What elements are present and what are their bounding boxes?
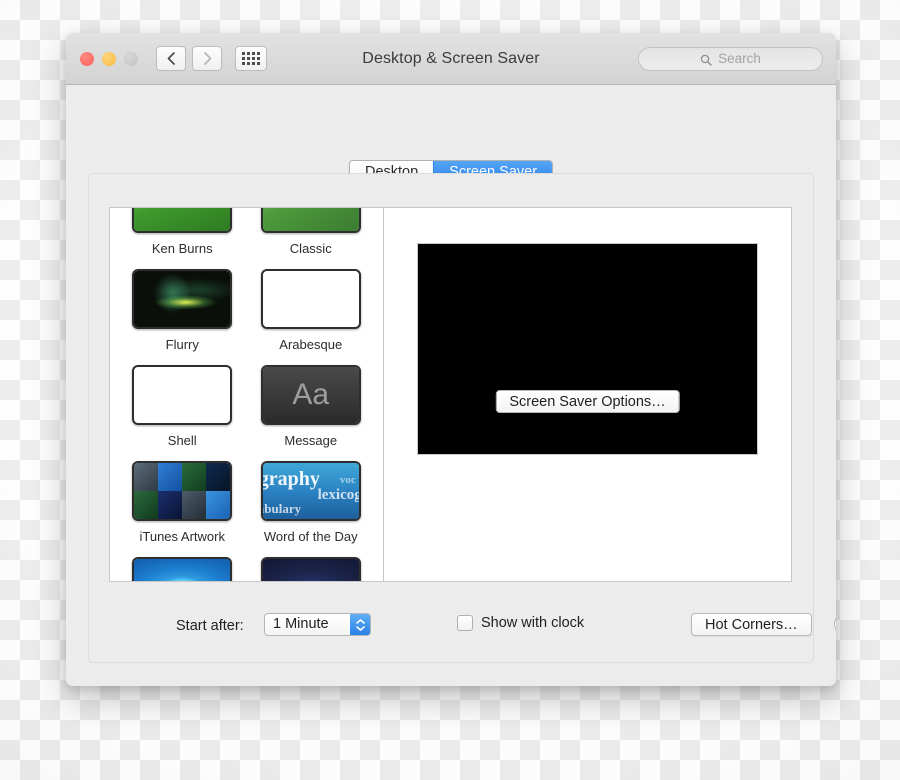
screensaver-label: Flurry — [157, 335, 208, 354]
start-after-value: 1 Minute — [265, 614, 350, 635]
list-item[interactable]: iTunes Artwork — [118, 454, 247, 550]
window-body: Desktop Screen Saver Ken Burns — [66, 85, 836, 686]
minimize-button[interactable] — [102, 52, 116, 66]
list-item[interactable]: Transparent — [118, 550, 247, 581]
word-term: lexicog — [318, 487, 359, 504]
start-after-label: Start after: — [176, 618, 244, 634]
screensaver-thumbnail-arabesque[interactable] — [261, 269, 361, 329]
word-term: abulary — [263, 501, 301, 517]
list-item[interactable]: graphy voc lexicog abulary Word of the D… — [247, 454, 376, 550]
screensaver-thumbnail-random[interactable] — [261, 557, 361, 581]
screensaver-thumbnail-itunes-artwork[interactable] — [132, 461, 232, 521]
preference-pane: Ken Burns Classic — [88, 173, 814, 663]
hot-corners-button[interactable]: Hot Corners… — [691, 613, 812, 636]
list-item[interactable]: Random — [247, 550, 376, 581]
show-all-grid-icon — [242, 52, 260, 65]
screensaver-thumbnail-message[interactable]: Aa — [261, 365, 361, 425]
screensaver-thumbnail-ken-burns[interactable] — [132, 208, 232, 233]
screensaver-preview — [417, 243, 758, 455]
screensaver-thumbnail-word-of-the-day[interactable]: graphy voc lexicog abulary — [261, 461, 361, 521]
show-with-clock-row[interactable]: Show with clock — [457, 615, 584, 631]
chevron-down-icon — [356, 626, 365, 631]
chevron-up-icon — [356, 619, 365, 624]
search-placeholder: Search — [718, 51, 761, 66]
window-traffic-lights — [80, 52, 138, 66]
list-item[interactable]: Arabesque — [247, 262, 376, 358]
forward-button[interactable] — [192, 46, 222, 71]
screensaver-label: Word of the Day — [255, 527, 367, 546]
word-term: graphy — [263, 468, 320, 491]
list-item[interactable]: Classic — [247, 208, 376, 262]
screensaver-label: Message — [275, 431, 346, 450]
list-item[interactable]: Shell — [118, 358, 247, 454]
zoom-button[interactable] — [124, 52, 138, 66]
close-button[interactable] — [80, 52, 94, 66]
chevron-right-icon — [203, 52, 212, 65]
screensaver-thumbnail-flurry[interactable] — [132, 269, 232, 329]
word-term: voc — [340, 474, 356, 486]
list-item[interactable]: Flurry — [118, 262, 247, 358]
stepper-arrows[interactable] — [350, 614, 370, 635]
window-titlebar: Desktop & Screen Saver Search — [66, 33, 836, 85]
screensaver-preview-pane: Screen Saver Options… — [384, 208, 791, 581]
back-button[interactable] — [156, 46, 186, 71]
navigation-buttons — [156, 46, 222, 71]
screensaver-label: Classic — [281, 239, 341, 258]
help-button[interactable]: ? — [834, 613, 836, 635]
list-item[interactable]: Aa Message — [247, 358, 376, 454]
screensaver-grid: Ken Burns Classic — [110, 208, 383, 581]
list-item[interactable]: Ken Burns — [118, 208, 247, 262]
show-with-clock-label: Show with clock — [481, 615, 584, 631]
screensaver-thumbnail-shell[interactable] — [132, 365, 232, 425]
screensaver-label: Shell — [159, 431, 206, 450]
screensaver-label: iTunes Artwork — [131, 527, 235, 546]
system-preferences-window: Desktop & Screen Saver Search Desktop Sc… — [66, 33, 836, 686]
screensaver-label: Ken Burns — [143, 239, 222, 258]
screensaver-split-view: Ken Burns Classic — [109, 207, 792, 582]
bottom-controls: Start after: 1 Minute Show with cloc — [89, 606, 813, 656]
message-glyph: Aa — [292, 378, 329, 412]
chevron-left-icon — [167, 52, 176, 65]
screensaver-label: Arabesque — [270, 335, 351, 354]
search-field[interactable]: Search — [638, 47, 823, 71]
screensaver-thumbnail-transparent[interactable] — [132, 557, 232, 581]
show-with-clock-checkbox[interactable] — [457, 615, 473, 631]
start-after-stepper[interactable]: 1 Minute — [264, 613, 371, 636]
screen-saver-options-button[interactable]: Screen Saver Options… — [495, 390, 679, 413]
screensaver-thumbnail-classic[interactable] — [261, 208, 361, 233]
show-all-button[interactable] — [235, 46, 267, 71]
search-icon — [700, 53, 712, 65]
screensaver-list[interactable]: Ken Burns Classic — [110, 208, 384, 581]
